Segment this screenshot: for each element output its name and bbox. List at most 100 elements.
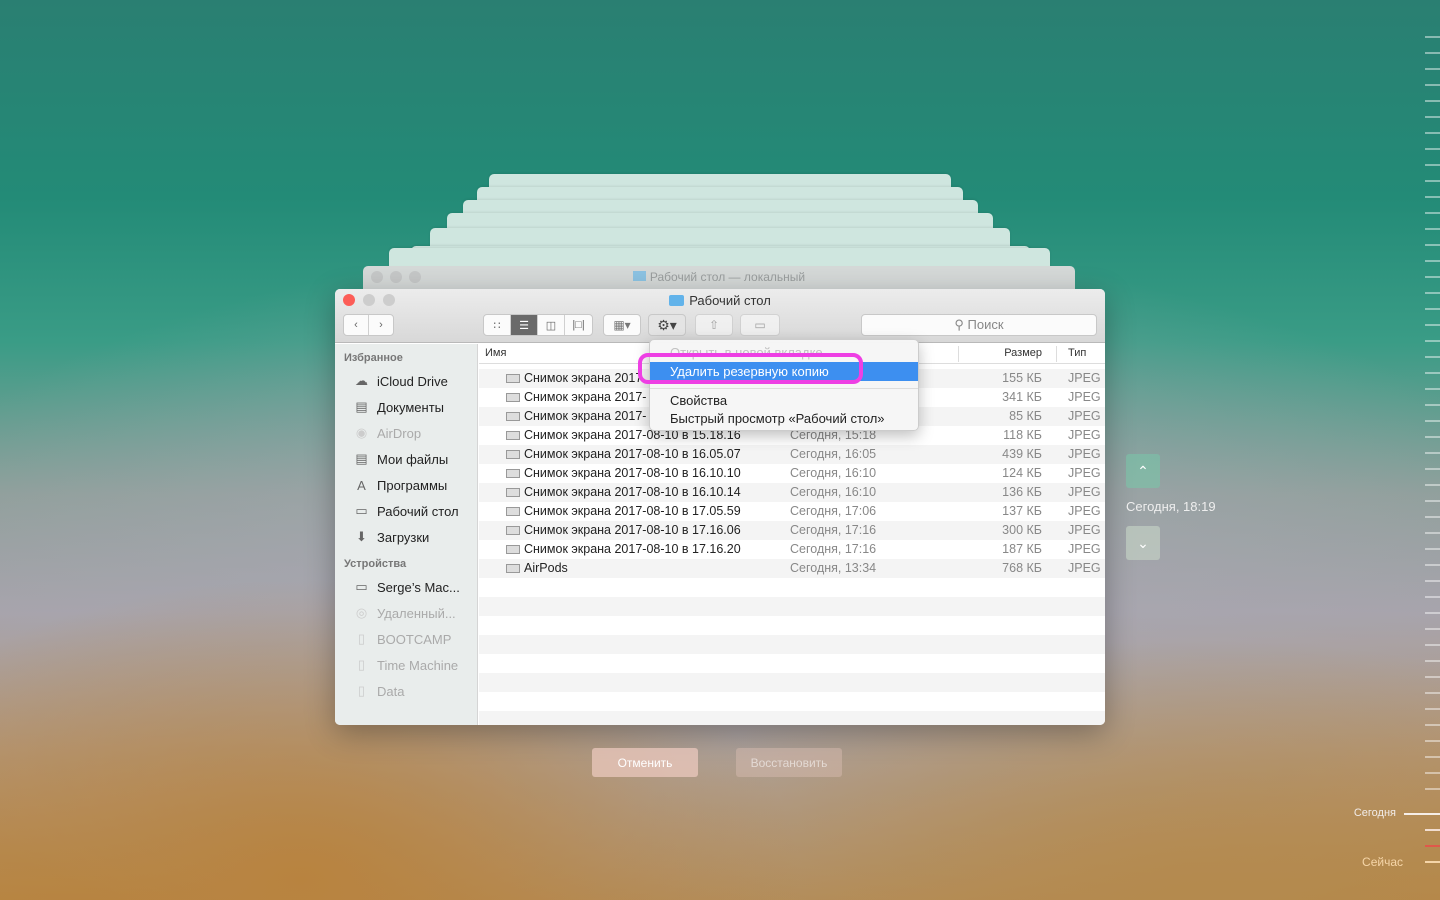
timeline-tick[interactable] (1425, 356, 1440, 358)
table-row[interactable]: AirPods Сегодня, 13:34 768 КБ JPEG (479, 559, 1105, 578)
timeline-tick[interactable] (1425, 436, 1440, 438)
sidebar-item[interactable]: ▭ Рабочий стол (335, 498, 477, 524)
timeline-tick[interactable] (1425, 532, 1440, 534)
timeline-now-label[interactable]: Сейчас (1362, 855, 1403, 869)
table-row[interactable]: Снимок экрана 2017-08-10 в 16.10.10 Сегод… (479, 464, 1105, 483)
sidebar-item[interactable]: ▯ Data (335, 678, 477, 704)
timeline-tick[interactable] (1425, 724, 1440, 726)
column-header-size[interactable]: Размер (1004, 347, 1042, 359)
timeline-tick[interactable] (1425, 756, 1440, 758)
timeline-tick[interactable] (1425, 580, 1440, 582)
timeline-tick[interactable] (1425, 244, 1440, 246)
file-date: Сегодня, 16:05 (790, 447, 877, 461)
timeline-tick[interactable] (1425, 292, 1440, 294)
timeline-tick[interactable] (1425, 788, 1440, 790)
sidebar-item[interactable]: A Программы (335, 472, 477, 498)
sidebar-item[interactable]: ⬇ Загрузки (335, 524, 477, 550)
previous-snapshot-button[interactable]: ⌃ (1126, 454, 1160, 488)
cover-flow-button[interactable]: |□| (565, 315, 592, 335)
timeline-tick[interactable] (1425, 324, 1440, 326)
timeline-tick[interactable] (1425, 196, 1440, 198)
file-size: 768 КБ (1002, 561, 1042, 575)
timeline-tick[interactable] (1425, 772, 1440, 774)
sidebar-item[interactable]: ▯ BOOTCAMP (335, 626, 477, 652)
column-header-name[interactable]: Имя (485, 347, 506, 359)
timeline-tick[interactable] (1425, 68, 1440, 70)
timeline-tick[interactable] (1425, 180, 1440, 182)
timeline-tick[interactable] (1425, 132, 1440, 134)
timeline-tick[interactable] (1425, 708, 1440, 710)
sidebar-item[interactable]: ◎ Удаленный... (335, 600, 477, 626)
file-name: Снимок экрана 2017-08-10 в 16.10.10 (524, 466, 741, 480)
back-button[interactable]: ‹ (344, 315, 369, 335)
icon-view-button[interactable]: ∷ (484, 315, 511, 335)
timeline-tick[interactable] (1425, 388, 1440, 390)
file-name: Снимок экрана 2017-08-10 в 17.16.06 (524, 523, 741, 537)
timeline-tick[interactable] (1425, 660, 1440, 662)
timeline-tick[interactable] (1425, 628, 1440, 630)
timeline-tick[interactable] (1425, 164, 1440, 166)
cancel-button[interactable]: Отменить (592, 748, 698, 777)
timeline-tick[interactable] (1425, 260, 1440, 262)
timeline-tick[interactable] (1425, 548, 1440, 550)
timeline-tick[interactable] (1425, 372, 1440, 374)
timeline-tick[interactable] (1425, 308, 1440, 310)
next-snapshot-button[interactable]: ⌄ (1126, 526, 1160, 560)
timeline-tick[interactable] (1425, 228, 1440, 230)
timeline-tick[interactable] (1425, 500, 1440, 502)
timeline-tick[interactable] (1425, 612, 1440, 614)
column-header-type[interactable]: Тип (1068, 347, 1086, 359)
timeline-tick[interactable] (1425, 36, 1440, 38)
timeline-tick[interactable] (1425, 404, 1440, 406)
table-row[interactable]: Снимок экрана 2017-08-10 в 17.05.59 Сегод… (479, 502, 1105, 521)
share-button[interactable]: ⇧ (695, 314, 733, 336)
arrange-button[interactable]: ▦▾ (603, 314, 641, 336)
table-row[interactable]: Снимок экрана 2017-08-10 в 16.05.07 Сегод… (479, 445, 1105, 464)
sidebar-item[interactable]: ▤ Мои файлы (335, 446, 477, 472)
timeline-tick[interactable] (1425, 100, 1440, 102)
column-view-button[interactable]: ◫ (538, 315, 565, 335)
timeline-tick[interactable] (1425, 564, 1440, 566)
restore-button[interactable]: Восстановить (736, 748, 842, 777)
search-input[interactable]: ⚲ Поиск (861, 314, 1097, 336)
sidebar-item[interactable]: ☁ iCloud Drive (335, 368, 477, 394)
timeline-tick[interactable] (1425, 516, 1440, 518)
timeline-tick[interactable] (1425, 644, 1440, 646)
image-file-icon (506, 450, 520, 459)
timeline-tick[interactable] (1425, 148, 1440, 150)
tags-button[interactable]: ▭ (740, 314, 780, 336)
timeline-tick[interactable] (1425, 452, 1440, 454)
timeline-tick[interactable] (1425, 340, 1440, 342)
timeline-tick[interactable] (1425, 84, 1440, 86)
table-row[interactable]: Снимок экрана 2017-08-10 в 16.10.14 Сегод… (479, 483, 1105, 502)
list-view-button[interactable]: ☰ (511, 315, 538, 335)
timeline-tick[interactable] (1425, 116, 1440, 118)
sidebar-item[interactable]: ▭ Serge’s Mac... (335, 574, 477, 600)
toolbar: Рабочий стол ‹ › ∷ ☰ ◫ |□| ▦▾ ⚙▾ ⇧ ▭ ⚲ По… (335, 289, 1105, 343)
timeline-tick[interactable] (1425, 212, 1440, 214)
timeline-tick[interactable] (1425, 420, 1440, 422)
sidebar-item-label: AirDrop (377, 425, 422, 441)
sidebar-item[interactable]: ◉ AirDrop (335, 420, 477, 446)
window-title: Рабочий стол (689, 293, 771, 308)
timeline-today-label[interactable]: Сегодня (1354, 807, 1396, 819)
forward-button[interactable]: › (369, 315, 393, 335)
menu-item[interactable]: Свойства (650, 391, 918, 410)
timeline-tick[interactable] (1425, 692, 1440, 694)
disk-icon: ▯ (357, 683, 366, 698)
table-row[interactable]: Снимок экрана 2017-08-10 в 17.16.06 Сегод… (479, 521, 1105, 540)
action-button[interactable]: ⚙▾ (648, 314, 686, 336)
timeline-tick[interactable] (1425, 276, 1440, 278)
file-date: Сегодня, 16:10 (790, 466, 877, 480)
sidebar-item[interactable]: ▯ Time Machine (335, 652, 477, 678)
timeline-tick[interactable] (1425, 740, 1440, 742)
share-icon: ⇧ (708, 318, 720, 332)
timeline-tick[interactable] (1425, 52, 1440, 54)
menu-item[interactable]: Быстрый просмотр «Рабочий стол» (650, 409, 918, 428)
timeline-tick[interactable] (1425, 484, 1440, 486)
timeline-tick[interactable] (1425, 676, 1440, 678)
timeline-tick[interactable] (1425, 468, 1440, 470)
sidebar-item[interactable]: ▤ Документы (335, 394, 477, 420)
timeline-tick[interactable] (1425, 596, 1440, 598)
table-row[interactable]: Снимок экрана 2017-08-10 в 17.16.20 Сегод… (479, 540, 1105, 559)
